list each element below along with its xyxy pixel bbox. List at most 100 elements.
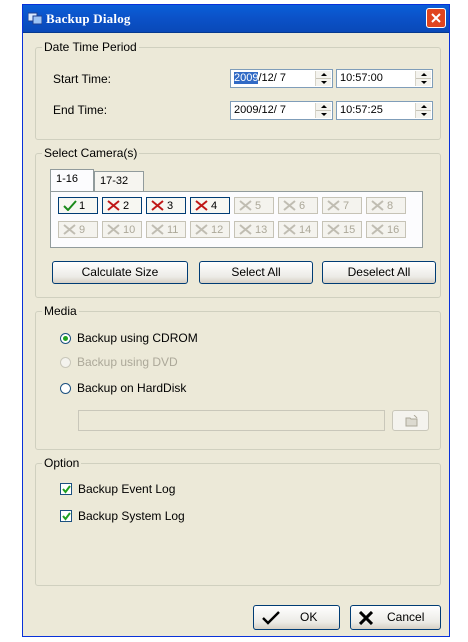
end-time-picker[interactable]: 10:57:25: [336, 101, 433, 120]
camera-number: 3: [167, 200, 174, 212]
spin-up-icon[interactable]: [316, 71, 331, 79]
start-date-picker[interactable]: 2009/12/ 7: [230, 69, 333, 88]
radio-cdrom[interactable]: [60, 333, 71, 344]
media-legend: Media: [44, 304, 77, 318]
end-time-spinner[interactable]: [415, 103, 431, 118]
close-icon: [431, 13, 441, 23]
camera-number: 5: [255, 200, 262, 212]
camera-number: 6: [299, 200, 306, 212]
system-log-checkbox[interactable]: [60, 510, 72, 522]
spin-up-icon[interactable]: [316, 103, 331, 111]
camera-number: 9: [79, 224, 86, 236]
start-time-spinner[interactable]: [415, 71, 431, 86]
end-date-picker[interactable]: 2009/12/ 7: [230, 101, 333, 120]
checkmark-icon: [62, 512, 71, 521]
spin-down-icon[interactable]: [416, 111, 431, 118]
spin-down-icon[interactable]: [416, 79, 431, 86]
x-mark-icon: [195, 200, 208, 211]
tab-1-16[interactable]: 1-16: [50, 169, 94, 191]
x-mark-icon: [327, 224, 340, 235]
start-date-rest: /12/ 7: [258, 72, 287, 84]
camera-8-toggle: 8: [366, 197, 406, 214]
backup-app-icon: [28, 12, 42, 25]
camera-13-toggle: 13: [234, 221, 274, 238]
harddisk-label[interactable]: Backup on HardDisk: [77, 381, 186, 395]
checkmark-icon: [62, 485, 71, 494]
camera-number: 13: [255, 224, 268, 236]
end-time-value: 10:57:25: [340, 104, 383, 116]
spin-up-icon[interactable]: [416, 71, 431, 79]
event-log-label[interactable]: Backup Event Log: [78, 482, 175, 496]
camera-number: 10: [123, 224, 136, 236]
x-mark-icon: [151, 200, 164, 211]
calculate-size-button[interactable]: Calculate Size: [52, 261, 188, 284]
x-mark-icon: [327, 200, 340, 211]
camera-number: 4: [211, 200, 218, 212]
x-mark-icon: [239, 224, 252, 235]
camera-1-toggle[interactable]: 1: [58, 197, 98, 214]
cancel-button[interactable]: Cancel: [350, 605, 441, 630]
harddisk-path-input[interactable]: [78, 410, 385, 431]
x-mark-icon: [283, 200, 296, 211]
camera-3-toggle[interactable]: 3: [146, 197, 186, 214]
end-date-spinner[interactable]: [315, 103, 331, 118]
x-mark-icon: [239, 200, 252, 211]
camera-number: 12: [211, 224, 224, 236]
camera-5-toggle: 5: [234, 197, 274, 214]
dvd-label: Backup using DVD: [77, 355, 178, 369]
x-mark-icon: [107, 224, 120, 235]
camera-number: 7: [343, 200, 350, 212]
browse-folder-button[interactable]: [392, 410, 429, 431]
ok-button[interactable]: OK: [253, 605, 340, 630]
select-camera-legend: Select Camera(s): [44, 146, 138, 160]
spin-down-icon[interactable]: [316, 111, 331, 118]
window-title: Backup Dialog: [46, 11, 131, 26]
end-date-value: 2009/12/ 7: [234, 104, 286, 116]
camera-number: 14: [299, 224, 312, 236]
x-mark-icon: [107, 200, 120, 211]
spin-down-icon[interactable]: [316, 79, 331, 86]
x-mark-icon: [371, 200, 384, 211]
start-date-spinner[interactable]: [315, 71, 331, 86]
folder-open-icon: [405, 415, 418, 427]
camera-6-toggle: 6: [278, 197, 318, 214]
radio-dvd: [60, 357, 71, 368]
camera-4-toggle[interactable]: 4: [190, 197, 230, 214]
radio-harddisk[interactable]: [60, 383, 71, 394]
close-button[interactable]: [426, 8, 446, 28]
camera-number: 8: [387, 200, 394, 212]
camera-15-toggle: 15: [322, 221, 362, 238]
x-mark-icon: [283, 224, 296, 235]
system-log-label[interactable]: Backup System Log: [78, 509, 185, 523]
cdrom-label[interactable]: Backup using CDROM: [77, 331, 198, 345]
backup-dialog-window: Backup Dialog Date Time Period Start Tim…: [22, 4, 450, 637]
start-date-year-selected: 2009: [234, 72, 259, 84]
cancel-label: Cancel: [387, 610, 425, 624]
deselect-all-button[interactable]: Deselect All: [322, 261, 436, 284]
x-mark-icon: [195, 224, 208, 235]
spin-up-icon[interactable]: [416, 103, 431, 111]
checkmark-icon: [63, 200, 77, 211]
ok-label: OK: [300, 610, 318, 624]
x-mark-icon: [371, 224, 384, 235]
start-time-value: 10:57:00: [340, 72, 383, 84]
tab-17-32[interactable]: 17-32: [94, 171, 144, 191]
camera-10-toggle: 10: [102, 221, 142, 238]
camera-16-toggle: 16: [366, 221, 406, 238]
camera-number: 16: [387, 224, 400, 236]
camera-14-toggle: 14: [278, 221, 318, 238]
start-time-picker[interactable]: 10:57:00: [336, 69, 433, 88]
camera-number: 15: [343, 224, 356, 236]
date-time-group: Date Time Period: [35, 40, 441, 140]
camera-7-toggle: 7: [322, 197, 362, 214]
event-log-checkbox[interactable]: [60, 483, 72, 495]
x-mark-icon: [151, 224, 164, 235]
option-legend: Option: [44, 456, 80, 470]
cancel-x-icon: [359, 611, 373, 625]
check-icon: [262, 611, 280, 625]
camera-9-toggle: 9: [58, 221, 98, 238]
title-bar[interactable]: Backup Dialog: [23, 5, 449, 33]
select-all-button[interactable]: Select All: [199, 261, 313, 284]
camera-2-toggle[interactable]: 2: [102, 197, 142, 214]
end-time-label: End Time:: [53, 103, 108, 117]
